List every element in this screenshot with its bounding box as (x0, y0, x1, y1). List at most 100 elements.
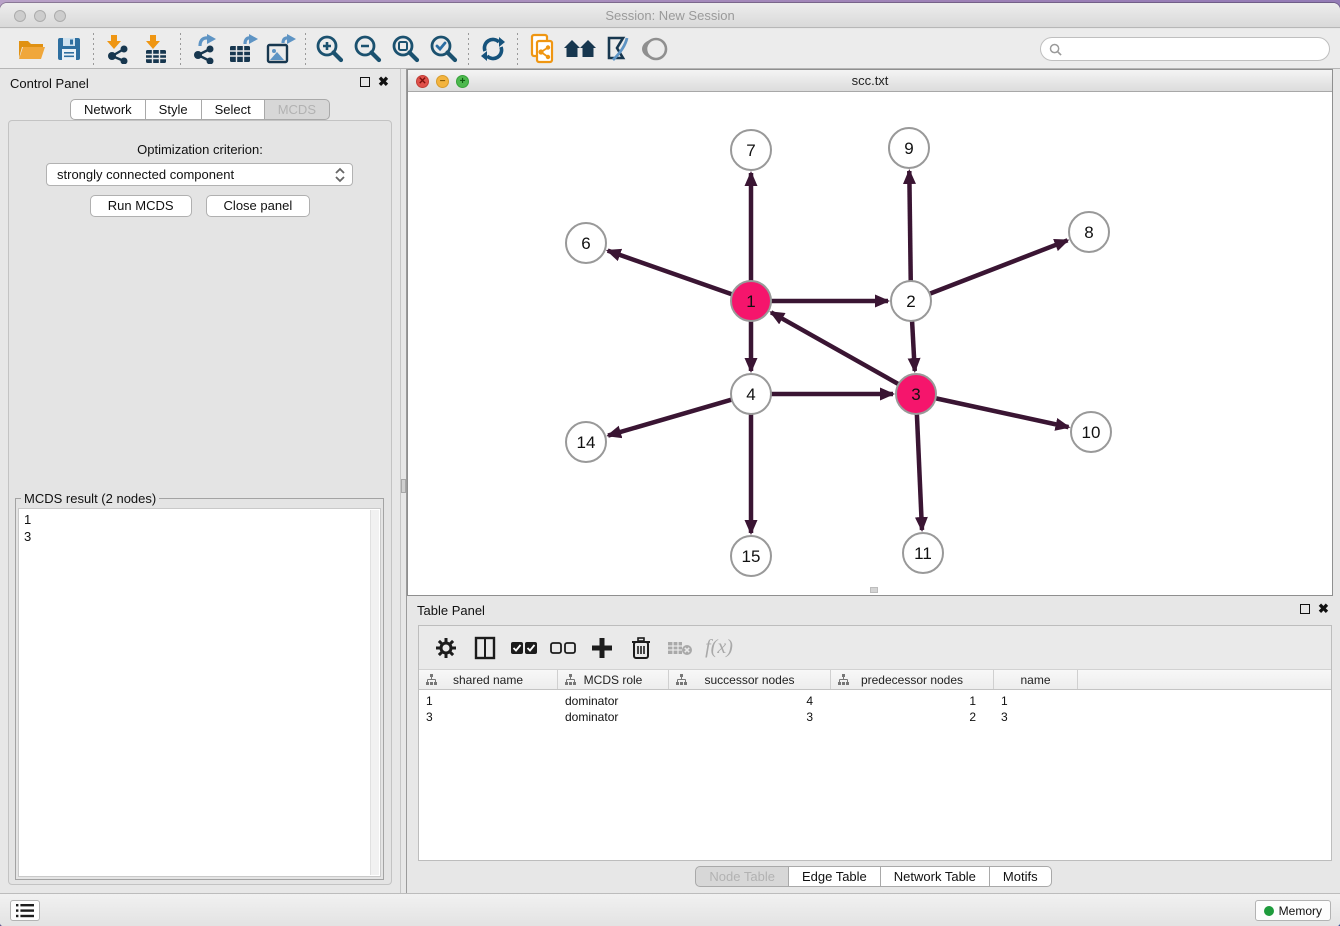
network-graph: 7 9 6 8 1 2 4 3 14 10 15 11 (408, 92, 1332, 595)
export-network-button[interactable] (186, 33, 224, 65)
table-panel-close-button[interactable]: ✖ (1318, 601, 1329, 617)
mcds-result-group: MCDS result (2 nodes) 1 3 (15, 498, 384, 880)
control-panel-title: Control Panel (10, 76, 89, 91)
graph-edge-3-1[interactable] (771, 312, 899, 384)
graph-node-9[interactable]: 9 (889, 128, 929, 168)
graph-edge-3-10[interactable] (936, 398, 1069, 427)
deselect-all-rows-button[interactable] (548, 633, 578, 663)
graph-node-3[interactable]: 3 (896, 374, 936, 414)
graph-node-14[interactable]: 14 (566, 422, 606, 462)
graph-edge-4-14[interactable] (608, 400, 732, 436)
toolbar-separator (517, 33, 518, 65)
zoom-fit-button[interactable] (387, 33, 425, 65)
cell-successor-nodes[interactable]: 3 (669, 709, 831, 725)
tab-select[interactable]: Select (201, 99, 265, 120)
mcds-result-textarea[interactable]: 1 3 (18, 508, 381, 877)
toolbar-separator (468, 33, 469, 65)
show-hide-details-button[interactable] (637, 33, 675, 65)
refresh-view-button[interactable] (474, 33, 512, 65)
table-panel-float-button[interactable] (1300, 603, 1310, 617)
cell-name[interactable]: 1 (994, 693, 1078, 709)
home-button[interactable] (561, 33, 599, 65)
import-network-button[interactable] (99, 33, 137, 65)
select-all-rows-button[interactable] (509, 633, 539, 663)
run-mcds-button[interactable]: Run MCDS (90, 195, 192, 217)
graph-edge-2-8[interactable] (930, 240, 1068, 293)
cell-predecessor-nodes[interactable]: 1 (831, 693, 994, 709)
tab-style[interactable]: Style (145, 99, 202, 120)
control-panel-close-button[interactable]: ✖ (378, 74, 389, 90)
control-panel-float-button[interactable] (360, 76, 370, 90)
column-header-shared-name[interactable]: shared name (419, 670, 558, 689)
zoom-out-button[interactable] (349, 33, 387, 65)
svg-text:1: 1 (746, 292, 755, 311)
graph-edge-1-6[interactable] (608, 251, 732, 295)
table-row[interactable]: 1 dominator 4 1 1 (419, 693, 1331, 709)
zoom-selected-button[interactable] (425, 33, 463, 65)
graph-edge-2-9[interactable] (909, 171, 910, 281)
add-row-button[interactable] (587, 633, 617, 663)
hierarchy-icon (838, 674, 849, 685)
delete-table-button[interactable] (665, 633, 695, 663)
search-field[interactable] (1040, 37, 1330, 61)
import-table-button[interactable] (137, 33, 175, 65)
zoom-in-button[interactable] (311, 33, 349, 65)
cell-predecessor-nodes[interactable]: 2 (831, 709, 994, 725)
tab-network[interactable]: Network (70, 99, 146, 120)
column-header-predecessor-nodes[interactable]: predecessor nodes (831, 670, 994, 689)
graph-node-2[interactable]: 2 (891, 281, 931, 321)
task-history-button[interactable] (10, 900, 40, 921)
canvas-scroll-grip[interactable] (870, 587, 878, 593)
tab-mcds[interactable]: MCDS (264, 99, 330, 120)
network-canvas[interactable]: 7 9 6 8 1 2 4 3 14 10 15 11 (408, 92, 1332, 595)
tab-motifs[interactable]: Motifs (989, 866, 1052, 887)
graph-node-8[interactable]: 8 (1069, 212, 1109, 252)
tab-node-table[interactable]: Node Table (695, 866, 789, 887)
column-visibility-button[interactable] (470, 633, 500, 663)
table-row[interactable]: 3 dominator 3 2 3 (419, 709, 1331, 725)
result-scrollbar[interactable] (370, 510, 379, 875)
graph-node-11[interactable]: 11 (903, 533, 943, 573)
optimization-criterion-select[interactable]: strongly connected component (46, 163, 353, 186)
fx-icon: f(x) (705, 636, 733, 659)
search-input[interactable] (1062, 39, 1329, 59)
delete-row-button[interactable] (626, 633, 656, 663)
graph-node-1[interactable]: 1 (731, 281, 771, 321)
column-header-mcds-role[interactable]: MCDS role (558, 670, 669, 689)
svg-text:15: 15 (742, 547, 761, 566)
save-session-button[interactable] (50, 33, 88, 65)
split-divider[interactable] (400, 69, 407, 893)
cell-name[interactable]: 3 (994, 709, 1078, 725)
clone-network-button[interactable] (523, 33, 561, 65)
label-visibility-button[interactable] (599, 33, 637, 65)
column-label: predecessor nodes (861, 673, 963, 687)
close-panel-button[interactable]: Close panel (206, 195, 311, 217)
column-header-name[interactable]: name (994, 670, 1078, 689)
export-table-button[interactable] (224, 33, 262, 65)
export-image-button[interactable] (262, 33, 300, 65)
tab-edge-table[interactable]: Edge Table (788, 866, 881, 887)
table-settings-button[interactable] (431, 633, 461, 663)
cell-mcds-role[interactable]: dominator (558, 709, 669, 725)
memory-button[interactable]: Memory (1255, 900, 1331, 921)
table-panel: Table Panel ✖ (407, 596, 1340, 893)
tab-network-table[interactable]: Network Table (880, 866, 990, 887)
graph-edge-2-3[interactable] (912, 321, 915, 371)
graph-node-15[interactable]: 15 (731, 536, 771, 576)
open-session-button[interactable] (12, 33, 50, 65)
table-toolbar: f(x) (419, 626, 1331, 670)
graph-node-10[interactable]: 10 (1071, 412, 1111, 452)
cell-shared-name[interactable]: 1 (419, 693, 558, 709)
svg-text:6: 6 (581, 234, 590, 253)
svg-text:11: 11 (914, 544, 932, 563)
graph-node-4[interactable]: 4 (731, 374, 771, 414)
function-builder-button[interactable]: f(x) (704, 633, 734, 663)
cell-successor-nodes[interactable]: 4 (669, 693, 831, 709)
graph-node-7[interactable]: 7 (731, 130, 771, 170)
column-header-successor-nodes[interactable]: successor nodes (669, 670, 831, 689)
cell-mcds-role[interactable]: dominator (558, 693, 669, 709)
split-grip-handle[interactable] (401, 479, 406, 493)
graph-edge-3-11[interactable] (917, 414, 922, 530)
graph-node-6[interactable]: 6 (566, 223, 606, 263)
cell-shared-name[interactable]: 3 (419, 709, 558, 725)
